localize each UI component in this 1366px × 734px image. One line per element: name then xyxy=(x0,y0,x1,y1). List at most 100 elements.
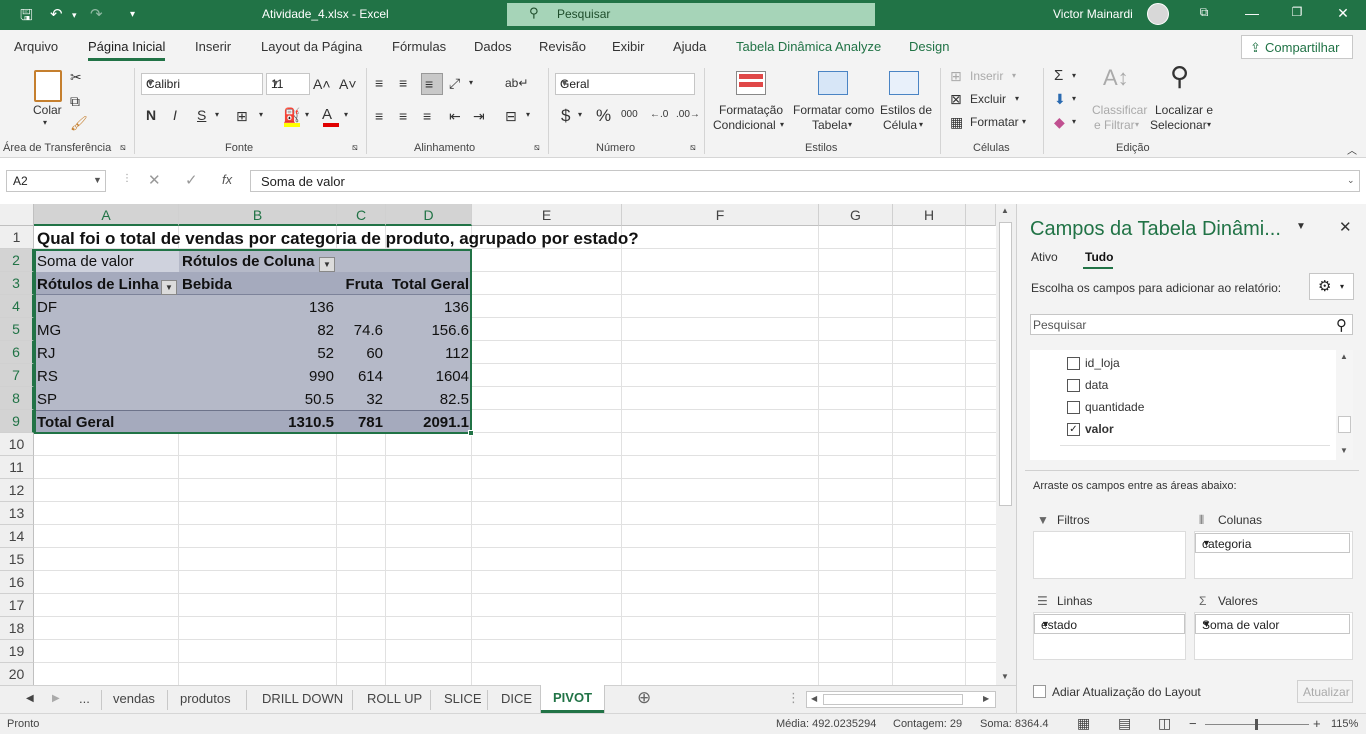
find-select-label-1[interactable]: Localizar e xyxy=(1155,103,1213,117)
pivot-row-label[interactable]: MG xyxy=(34,319,64,342)
sheet-tab-slice[interactable]: SLICE xyxy=(444,691,482,706)
tab-design[interactable]: Design xyxy=(909,39,949,54)
row-header[interactable]: 6 xyxy=(0,341,34,364)
columns-field-item[interactable]: categoria ▼ xyxy=(1195,533,1350,553)
pivot-grand-total[interactable]: 781 xyxy=(337,411,386,434)
align-left-icon[interactable]: ≡ xyxy=(375,107,383,125)
scroll-thumb[interactable] xyxy=(1338,416,1351,433)
pivot-value[interactable]: 1604 xyxy=(386,365,472,388)
defer-update-label[interactable]: Adiar Atualização do Layout xyxy=(1052,685,1201,699)
field-label[interactable]: quantidade xyxy=(1085,400,1144,414)
tab-layout[interactable]: Layout da Página xyxy=(261,39,362,54)
update-button[interactable]: Atualizar xyxy=(1297,680,1353,703)
pivot-value[interactable]: 156.6 xyxy=(386,319,472,342)
sort-filter-dropdown-icon[interactable]: ▾ xyxy=(1135,120,1139,129)
undo-icon[interactable]: ↶ xyxy=(50,5,63,23)
pane-options-icon[interactable]: ▼ xyxy=(1296,221,1306,232)
field-checkbox-valor[interactable]: ✓ xyxy=(1067,423,1080,436)
row-header[interactable]: 5 xyxy=(0,318,34,341)
percent-button[interactable]: % xyxy=(596,106,611,126)
formula-input[interactable]: Soma de valor ⌄ xyxy=(250,170,1360,192)
grow-font-icon[interactable]: A˄ xyxy=(313,75,331,93)
share-button[interactable]: ⇪ Compartilhar xyxy=(1241,35,1353,59)
field-label[interactable]: valor xyxy=(1085,422,1114,436)
zoom-slider-thumb[interactable] xyxy=(1255,719,1258,730)
spreadsheet-grid[interactable]: A B C D E F G H 1 2 3 4 5 6 7 8 9 10 11 12 13 14 15 16 1… xyxy=(0,204,996,685)
align-top-icon[interactable]: ≡ xyxy=(375,74,383,92)
currency-button[interactable]: $ xyxy=(561,106,570,126)
restore-icon[interactable]: ❐ xyxy=(1287,5,1307,19)
tab-inserir[interactable]: Inserir xyxy=(195,39,231,54)
insert-cells-icon[interactable]: ⊞ xyxy=(950,67,962,85)
row-header[interactable]: 15 xyxy=(0,548,34,571)
fill-color-icon[interactable]: ⛽ xyxy=(283,106,300,124)
cell-styles-dropdown-icon[interactable]: ▾ xyxy=(919,120,923,129)
pivot-row-label[interactable]: SP xyxy=(34,388,60,411)
pane-settings-button[interactable]: ⚙ ▾ xyxy=(1309,273,1354,300)
values-zone[interactable]: Soma de valor ▼ xyxy=(1194,612,1353,660)
clear-icon[interactable]: ◆ xyxy=(1054,113,1065,131)
pivot-value[interactable]: 74.6 xyxy=(337,319,386,342)
scroll-up-icon[interactable]: ▲ xyxy=(1001,206,1009,215)
cut-icon[interactable]: ✂ xyxy=(70,68,82,86)
paste-label[interactable]: Colar xyxy=(33,103,62,117)
search-box[interactable]: ⚲ Pesquisar xyxy=(507,3,875,26)
scroll-right-icon[interactable]: ▶ xyxy=(983,694,989,703)
font-size-select[interactable]: 11 ▼ xyxy=(266,73,310,95)
pivot-value[interactable]: 52 xyxy=(179,342,337,365)
filters-zone[interactable] xyxy=(1033,531,1186,579)
tab-splitter-icon[interactable]: ⋮ xyxy=(787,690,800,706)
expand-formula-icon[interactable]: ⌄ xyxy=(1347,175,1355,186)
column-header[interactable]: D xyxy=(386,204,472,226)
cancel-icon[interactable]: ✕ xyxy=(148,171,161,189)
sheet-tab-more[interactable]: ... xyxy=(79,691,90,706)
row-header[interactable]: 8 xyxy=(0,387,34,410)
tab-revisao[interactable]: Revisão xyxy=(539,39,586,54)
cell-styles-label-2[interactable]: Célula xyxy=(883,118,917,132)
tab-pagina-inicial[interactable]: Página Inicial xyxy=(88,39,166,61)
page-break-view-icon[interactable]: ◫ xyxy=(1158,715,1171,732)
decrease-indent-icon[interactable]: ⇤ xyxy=(449,107,461,125)
find-select-label-2[interactable]: Selecionar xyxy=(1150,118,1207,132)
font-family-select[interactable]: Calibri ▼ xyxy=(141,73,263,95)
format-table-label-1[interactable]: Formatar como xyxy=(793,103,874,117)
sort-filter-label-2[interactable]: e Filtrar xyxy=(1094,118,1135,132)
row-header[interactable]: 19 xyxy=(0,640,34,663)
status-average[interactable]: Média: 492.0235294 xyxy=(776,718,876,730)
rows-field-item[interactable]: estado ▼ xyxy=(1034,614,1185,634)
cell-styles-label-1[interactable]: Estilos de xyxy=(880,103,932,117)
font-color-dropdown-icon[interactable]: ▾ xyxy=(344,110,348,119)
vertical-scrollbar[interactable]: ▲ ▼ xyxy=(996,204,1016,685)
sheet-tab-produtos[interactable]: produtos xyxy=(180,691,231,706)
add-sheet-icon[interactable]: ⊕ xyxy=(637,688,651,708)
columns-zone[interactable]: categoria ▼ xyxy=(1194,531,1353,579)
align-right-icon[interactable]: ≡ xyxy=(423,107,431,125)
status-sum[interactable]: Soma: 8364.4 xyxy=(980,718,1049,730)
currency-dropdown-icon[interactable]: ▾ xyxy=(578,110,582,119)
font-color-icon[interactable]: A xyxy=(322,106,332,124)
tab-ajuda[interactable]: Ajuda xyxy=(673,39,706,54)
underline-dropdown-icon[interactable]: ▾ xyxy=(215,110,219,119)
redo-icon[interactable]: ↷ xyxy=(90,5,103,23)
sheet-tab-pivot[interactable]: PIVOT xyxy=(541,685,604,713)
column-header[interactable]: B xyxy=(179,204,337,226)
values-field-item[interactable]: Soma de valor ▼ xyxy=(1195,614,1350,634)
pivot-grand-total[interactable]: 2091.1 xyxy=(386,411,472,434)
find-dropdown-icon[interactable]: ▾ xyxy=(1207,120,1211,129)
row-header[interactable]: 3 xyxy=(0,272,34,295)
pivot-value[interactable]: 82.5 xyxy=(386,388,472,411)
prev-sheet-icon[interactable]: ◀ xyxy=(26,693,34,704)
normal-view-icon[interactable]: ▦ xyxy=(1077,715,1090,732)
zoom-out-icon[interactable]: − xyxy=(1189,716,1197,731)
row-header[interactable]: 16 xyxy=(0,571,34,594)
align-bottom-button[interactable]: ≡ xyxy=(421,73,443,95)
row-header[interactable]: 18 xyxy=(0,617,34,640)
pivot-value[interactable]: 82 xyxy=(179,319,337,342)
column-filter-dropdown[interactable]: ▼ xyxy=(319,257,335,272)
row-header[interactable]: 4 xyxy=(0,295,34,318)
insert-cells-label[interactable]: Inserir xyxy=(970,69,1003,83)
row-header[interactable]: 17 xyxy=(0,594,34,617)
row-header[interactable]: 10 xyxy=(0,433,34,456)
insert-dropdown-icon[interactable]: ▾ xyxy=(1012,71,1016,80)
column-header[interactable]: A xyxy=(34,204,179,226)
